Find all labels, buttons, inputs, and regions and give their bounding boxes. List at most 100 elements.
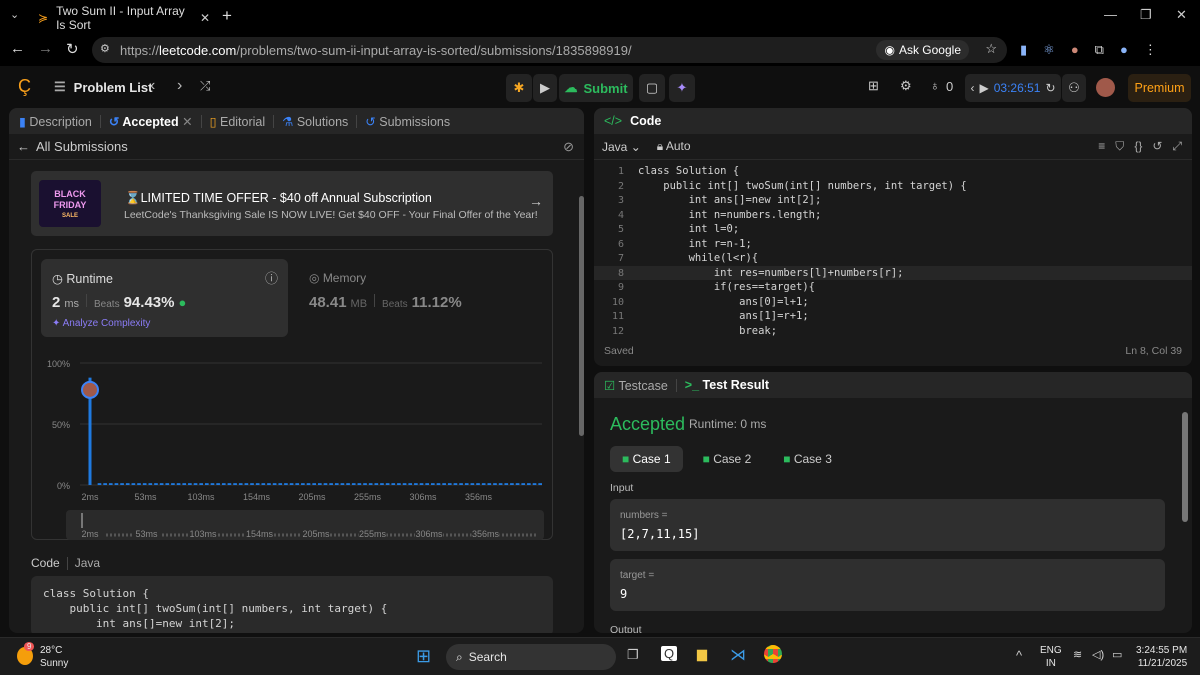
arrow-right-icon[interactable]: → [529, 193, 543, 209]
memory-tab[interactable]: ◎ Memory [309, 271, 366, 285]
auto-mode[interactable]: 🔒︎ Auto [657, 139, 691, 154]
tab-editorial[interactable]: ▯ Editorial [210, 114, 266, 129]
code-line[interactable]: 3 int ans[]=new int[2]; [594, 193, 1192, 208]
back-icon[interactable]: ← [10, 40, 25, 57]
layout-icon[interactable]: ⊞ [868, 78, 879, 94]
extensions-puzzle-icon[interactable]: ⧉ [1095, 42, 1104, 58]
wifi-icon[interactable]: ≋ [1073, 648, 1082, 661]
scrollbar[interactable] [579, 166, 584, 631]
close-tab-icon[interactable]: ✕ [182, 115, 192, 129]
scrollbar[interactable] [1182, 412, 1188, 522]
close-window-icon[interactable]: ✕ [1176, 7, 1187, 23]
app-icon[interactable]: Q [661, 646, 678, 661]
braces-icon[interactable]: {} [1134, 139, 1142, 154]
settings-gear-icon[interactable]: ⚙ [900, 78, 912, 94]
next-problem-icon[interactable]: › [177, 77, 182, 95]
x-tick-label: 53ms [134, 492, 157, 502]
notes-button[interactable]: ▢ [639, 74, 665, 102]
chevron-left-icon[interactable]: ‹ [970, 81, 974, 95]
site-info-icon[interactable]: ⚙ [100, 42, 110, 55]
tab-list-icon[interactable]: ⌄ [10, 8, 19, 21]
chevron-up-icon[interactable]: ^ [1016, 648, 1022, 663]
case-tabs: ■ Case 1 ■ Case 2 ■ Case 3 [610, 446, 844, 472]
timer-control[interactable]: ‹ ▶ 03:26:51 ↻ [965, 74, 1061, 102]
file-explorer-icon[interactable]: ▆ [697, 646, 707, 662]
language-select[interactable]: Java ⌄ [602, 140, 641, 154]
runtime-card[interactable]: ◷ Runtime ⓘ 2 ms Beats 94.43% ● ✦ Analyze Co… [41, 259, 288, 337]
tab-test-result[interactable]: >_ Test Result [685, 378, 769, 392]
expand-icon[interactable]: ⤢ [1172, 139, 1182, 154]
promo-banner[interactable]: BLACK FRIDAY SALE ⌛LIMITED TIME OFFER - $4… [31, 171, 553, 236]
submit-button[interactable]: ☁ Submit [559, 74, 633, 102]
timer-reset-icon[interactable]: ↻ [1045, 81, 1055, 95]
prev-problem-icon[interactable]: ‹ [150, 77, 155, 95]
extension-icon[interactable]: ● [1071, 42, 1079, 58]
code-line[interactable]: 7 while(l<r){ [594, 251, 1192, 266]
problem-list-button[interactable]: ☰ Problem List [54, 79, 152, 95]
volume-icon[interactable]: ◁) [1092, 648, 1104, 661]
taskbar-search[interactable]: ⌕ Search [446, 644, 616, 670]
premium-button[interactable]: Premium [1128, 74, 1191, 102]
language-indicator[interactable]: ENG IN [1040, 644, 1062, 670]
runtime-beats: 94.43% [123, 294, 175, 311]
case-tab-3[interactable]: ■ Case 3 [771, 446, 844, 472]
runtime-distribution-chart[interactable]: 100% 50% 0% 2ms 53ms 103ms 154ms 205ms 255ms 306m… [32, 345, 554, 540]
code-line[interactable]: 1 class Solution { [594, 164, 1192, 179]
tab-accepted[interactable]: ↺ Accepted ✕ [109, 114, 193, 129]
code-line[interactable]: 4 int n=numbers.length; [594, 208, 1192, 223]
debug-button[interactable]: ✱ [506, 74, 532, 102]
battery-icon[interactable]: ▭ [1112, 648, 1122, 661]
url-bar[interactable]: ⚙ https://leetcode.com/problems/two-sum-… [92, 37, 1007, 63]
ai-button[interactable]: ✦ [669, 74, 695, 102]
vscode-icon[interactable]: ⋊ [730, 645, 746, 665]
shuffle-icon[interactable]: ⤮ [200, 78, 210, 94]
timer-play-icon[interactable]: ▶ [979, 81, 988, 95]
code-line[interactable]: 8 int res=numbers[l]+numbers[r]; [594, 265, 1192, 280]
windows-start-icon[interactable]: ⊞ [416, 646, 431, 667]
code-line[interactable]: 9 if(res==target){ [594, 280, 1192, 295]
bookmark-star-icon[interactable]: ☆ [985, 41, 997, 57]
forward-icon[interactable]: → [38, 40, 53, 57]
ask-google-button[interactable]: ◉ Ask Google [876, 40, 969, 60]
close-tab-icon[interactable]: ✕ [200, 11, 210, 25]
tab-description[interactable]: ▮ Description [19, 114, 92, 129]
invite-button[interactable]: ⚇ [1062, 74, 1086, 102]
extension-icon[interactable]: ⚛ [1043, 42, 1055, 58]
streak-fire-icon[interactable]: ♁ [930, 78, 940, 93]
minimize-icon[interactable]: — [1104, 7, 1117, 22]
tab-solutions[interactable]: ⚗ Solutions [282, 114, 348, 129]
chart-bar [538, 483, 542, 485]
all-submissions-link[interactable]: ← All Submissions ⊘ [9, 134, 584, 160]
profile-icon[interactable]: ● [1120, 42, 1128, 58]
info-icon[interactable]: ⓘ [265, 268, 278, 287]
code-line[interactable]: 12 break; [594, 324, 1192, 339]
weather-widget[interactable]: 28°C Sunny [40, 644, 68, 670]
code-line[interactable]: 11 ans[1]=r+1; [594, 309, 1192, 324]
tab-testcase[interactable]: ☑ Testcase [604, 378, 668, 393]
task-view-icon[interactable]: ❐ [627, 647, 639, 663]
chrome-icon[interactable] [764, 645, 782, 663]
avatar[interactable] [1096, 78, 1115, 97]
reset-icon[interactable]: ↺ [1152, 139, 1162, 154]
code-line[interactable]: 2 public int[] twoSum(int[] numbers, int… [594, 179, 1192, 194]
format-icon[interactable]: ≡ [1098, 139, 1105, 154]
reload-icon[interactable]: ↻ [66, 40, 79, 58]
browser-tab[interactable]: ≽ Two Sum II - Input Array Is Sort ✕ [30, 4, 210, 32]
code-line[interactable]: 6 int r=n-1; [594, 237, 1192, 252]
tab-submissions[interactable]: ↺ Submissions [365, 114, 450, 129]
code-editor[interactable]: 1 class Solution {2 public int[] twoSum(i… [594, 160, 1192, 338]
extension-icon[interactable]: ▮ [1020, 42, 1027, 58]
analyze-complexity-link[interactable]: ✦ Analyze Complexity [52, 318, 150, 329]
clock[interactable]: 3:24:55 PM 11/21/2025 [1136, 644, 1187, 670]
case-tab-2[interactable]: ■ Case 2 [691, 446, 764, 472]
case-tab-1[interactable]: ■ Case 1 [610, 446, 683, 472]
code-line[interactable]: 10 ans[0]=l+1; [594, 295, 1192, 310]
link-icon[interactable]: ⊘ [563, 139, 574, 155]
leetcode-logo-icon[interactable]: Ç [18, 76, 31, 97]
code-line[interactable]: 5 int l=0; [594, 222, 1192, 237]
bookmark-icon[interactable]: ⛉ [1115, 139, 1124, 154]
maximize-icon[interactable]: ❐ [1140, 7, 1152, 23]
run-button[interactable]: ▶ [533, 74, 557, 102]
menu-icon[interactable]: ⋮ [1144, 42, 1157, 58]
new-tab-icon[interactable]: + [222, 6, 232, 26]
